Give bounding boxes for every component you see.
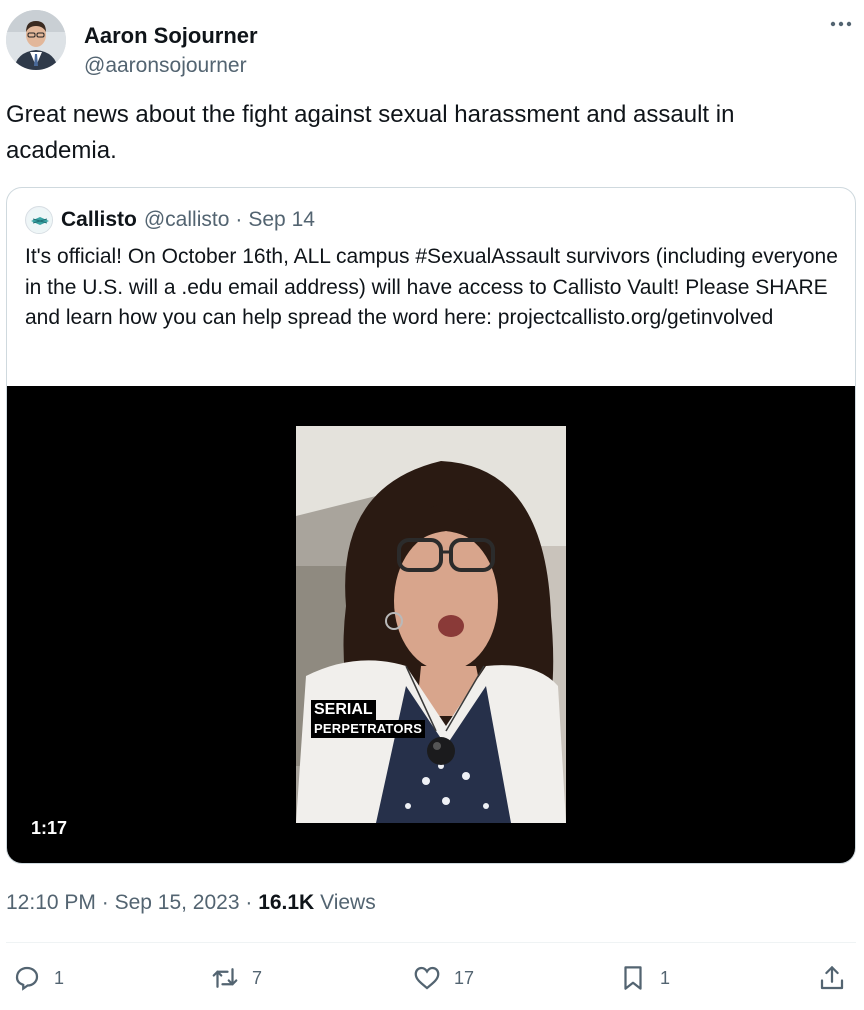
repost-count: 7 <box>252 967 263 988</box>
tweet-meta: 12:10 PM · Sep 15, 2023 · 16.1K Views <box>6 891 376 915</box>
like-count: 17 <box>454 967 475 988</box>
video-duration: 1:17 <box>31 818 68 838</box>
quoted-text: It's official! On October 16th, ALL camp… <box>25 245 838 329</box>
repost-icon <box>212 968 238 988</box>
quoted-date[interactable]: Sep 14 <box>248 208 315 232</box>
reply-icon <box>15 966 39 991</box>
video-player[interactable]: SERIAL PERPETRATORS 1:17 <box>7 386 855 863</box>
tweet-time[interactable]: 12:10 PM <box>6 891 96 914</box>
quoted-header: Callisto @callisto · Sep 14 <box>25 205 315 235</box>
author-name[interactable]: Aaron Sojourner <box>84 23 258 49</box>
divider <box>6 942 856 943</box>
quoted-tweet[interactable]: Callisto @callisto · Sep 14 It's officia… <box>6 187 856 864</box>
meta-dot: · <box>245 891 259 914</box>
video-frame: SERIAL PERPETRATORS <box>296 426 566 823</box>
views-label: Views <box>320 891 376 914</box>
bookmark-count: 1 <box>660 967 671 988</box>
video-caption: SERIAL PERPETRATORS <box>311 700 426 738</box>
quoted-avatar <box>25 206 53 234</box>
quoted-name[interactable]: Callisto <box>61 208 137 232</box>
reply-button[interactable]: 1 <box>12 958 64 998</box>
quoted-dot: · <box>235 208 243 231</box>
tweet-header: Aaron Sojourner @aaronsojourner <box>6 10 858 77</box>
reply-count: 1 <box>54 967 65 988</box>
repost-button[interactable]: 7 <box>210 958 262 998</box>
share-button[interactable] <box>817 958 847 998</box>
tweet-text: Great news about the fight against sexua… <box>6 101 735 164</box>
author-handle[interactable]: @aaronsojourner <box>84 54 247 78</box>
author-avatar[interactable] <box>6 10 66 70</box>
views-count: 16.1K <box>258 891 315 914</box>
meta-dot: · <box>101 891 115 914</box>
share-icon <box>820 966 844 990</box>
like-button[interactable]: 17 <box>412 958 474 998</box>
quoted-handle[interactable]: @callisto <box>144 208 230 232</box>
caption-line-1: SERIAL <box>311 700 376 720</box>
more-icon[interactable] <box>826 12 856 36</box>
like-icon <box>414 966 440 990</box>
bookmark-button[interactable]: 1 <box>618 958 670 998</box>
action-bar: 1 7 17 1 <box>0 958 864 998</box>
tweet-date[interactable]: Sep 15, 2023 <box>115 891 240 914</box>
caption-line-2: PERPETRATORS <box>311 720 426 738</box>
bookmark-icon <box>624 966 642 990</box>
